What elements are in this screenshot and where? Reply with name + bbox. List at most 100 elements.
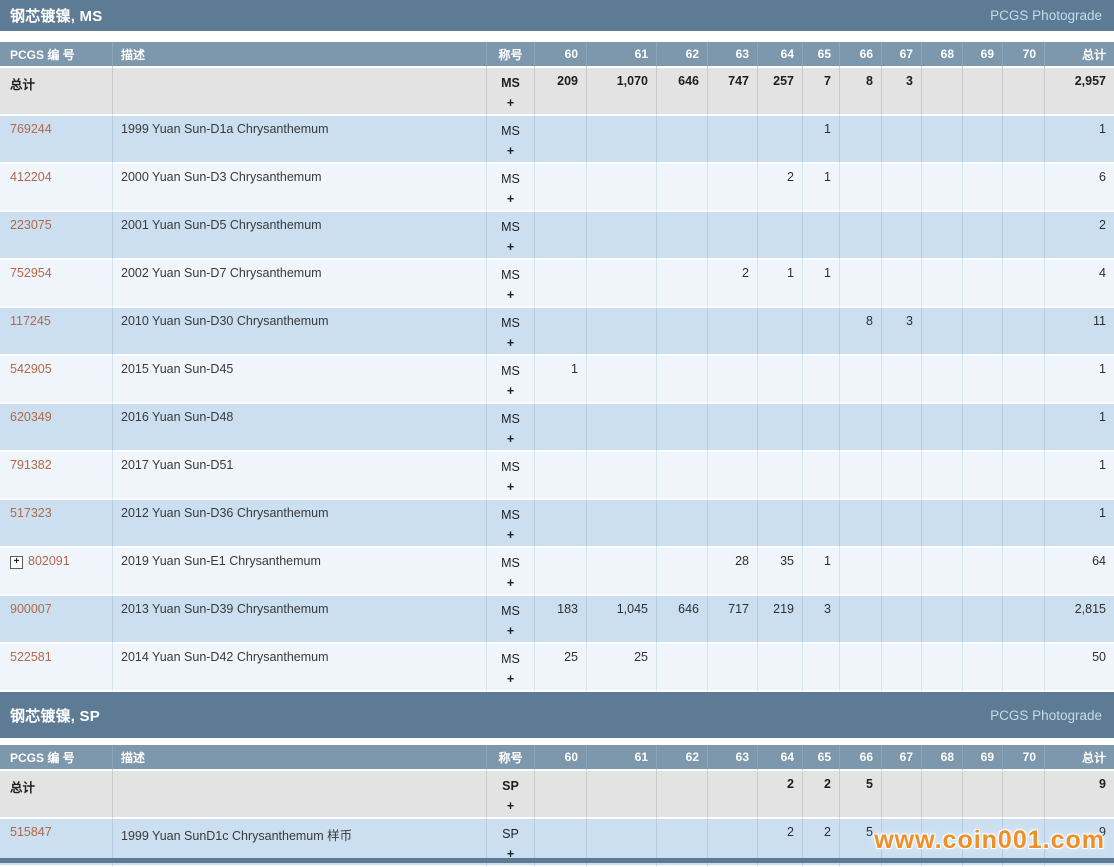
grade-63-count: 2 (708, 260, 758, 308)
pcgs-number-link[interactable]: 515847 (10, 825, 52, 839)
grade-67-count (882, 164, 922, 212)
designation-label: MS (488, 169, 533, 189)
total-count: 50 (1045, 644, 1114, 692)
pcgs-photograde-link[interactable]: PCGS Photograde (990, 8, 1102, 23)
totals-grade-70-count (1003, 771, 1045, 819)
plus-designation-label: + (488, 189, 533, 209)
coin-description: 2013 Yuan Sun-D39 Chrysanthemum (113, 596, 487, 644)
grade-61-count (587, 548, 657, 596)
grade-60-count (535, 452, 587, 500)
pcgs-number-link[interactable]: 117245 (10, 314, 51, 328)
pcgs-number-link[interactable]: 620349 (10, 410, 52, 424)
grade-64-count (758, 308, 803, 356)
plus-designation-label: + (488, 429, 533, 449)
grade-column-header-65: 65 (803, 745, 840, 771)
grade-column-header-65: 65 (803, 42, 840, 68)
grade-66-count (840, 164, 882, 212)
pcgs-number-link[interactable]: 900007 (10, 602, 52, 616)
grade-62-count (657, 164, 708, 212)
coin-description: 2015 Yuan Sun-D45 (113, 356, 487, 404)
coin-description: 1999 Yuan Sun-D1a Chrysanthemum (113, 116, 487, 164)
table-row: 5173232012 Yuan Sun-D36 ChrysanthemumMS+… (0, 500, 1114, 548)
total-count: 1 (1045, 404, 1114, 452)
pcgs-number-link[interactable]: 522581 (10, 650, 52, 664)
grade-65-count: 1 (803, 548, 840, 596)
grade-63-count: 28 (708, 548, 758, 596)
section-gap (0, 738, 1114, 745)
grade-60-count: 25 (535, 644, 587, 692)
pcgs-number-cell: 522581 (0, 644, 113, 692)
pcgs-photograde-link[interactable]: PCGS Photograde (990, 708, 1102, 723)
grade-70-count (1003, 644, 1045, 692)
grade-67-count (882, 356, 922, 404)
grade-64-count (758, 404, 803, 452)
totals-grade-66-count: 8 (840, 68, 882, 116)
grade-70-count (1003, 116, 1045, 164)
grade-68-count (922, 164, 963, 212)
totals-grade-70-count (1003, 68, 1045, 116)
totals-grade-60-count: 209 (535, 68, 587, 116)
grade-70-count (1003, 164, 1045, 212)
pcgs-number-link[interactable]: 412204 (10, 170, 52, 184)
designation-label: MS (488, 409, 533, 429)
coin-description: 2016 Yuan Sun-D48 (113, 404, 487, 452)
designation-cell: MS+ (487, 212, 535, 260)
plus-designation-label: + (488, 93, 533, 113)
grade-65-count (803, 308, 840, 356)
grade-70-count (1003, 404, 1045, 452)
grade-60-count (535, 404, 587, 452)
grade-67-count (882, 548, 922, 596)
totals-row: 总计SP+2259 (0, 771, 1114, 819)
pcgs-number-link[interactable]: 752954 (10, 266, 52, 280)
grade-65-count (803, 212, 840, 260)
pcgs-number-link[interactable]: 223075 (10, 218, 52, 232)
grade-column-header-66: 66 (840, 42, 882, 68)
grade-70-count (1003, 308, 1045, 356)
expand-icon[interactable]: + (10, 556, 23, 569)
grade-68-count (922, 548, 963, 596)
grade-column-header-67: 67 (882, 745, 922, 771)
totals-total-count: 9 (1045, 771, 1114, 819)
column-header-row: PCGS 编 号 描述 称号 6061626364656667686970总计 (0, 745, 1114, 771)
total-count: 2,815 (1045, 596, 1114, 644)
grade-64-count (758, 116, 803, 164)
grade-69-count (963, 404, 1003, 452)
designation-label: MS (488, 601, 533, 621)
pcgs-number-link[interactable]: 802091 (28, 554, 70, 568)
grade-68-count (922, 116, 963, 164)
grade-68-count (922, 308, 963, 356)
grade-61-count (587, 164, 657, 212)
grade-68-count (922, 644, 963, 692)
section-title: 钢芯镀镍, SP (10, 705, 100, 726)
pcgs-number-link[interactable]: 791382 (10, 458, 52, 472)
grade-61-count (587, 500, 657, 548)
section-header-bar: 钢芯镀镍, SP PCGS Photograde (0, 692, 1114, 738)
total-count: 1 (1045, 356, 1114, 404)
population-table-ms: PCGS 编 号 描述 称号 6061626364656667686970总计 … (0, 42, 1114, 692)
grade-70-count (1003, 596, 1045, 644)
grade-64-count (758, 212, 803, 260)
pcgs-number-link[interactable]: 769244 (10, 122, 52, 136)
pcgs-number-link[interactable]: 517323 (10, 506, 52, 520)
grade-66-count (840, 596, 882, 644)
plus-designation-label: + (488, 333, 533, 353)
designation-cell: MS+ (487, 452, 535, 500)
grade-62-count (657, 644, 708, 692)
grade-69-count (963, 164, 1003, 212)
pcgs-number-cell: 117245 (0, 308, 113, 356)
table-row: 2230752001 Yuan Sun-D5 ChrysanthemumMS+2 (0, 212, 1114, 260)
grade-66-count (840, 644, 882, 692)
totals-grade-67-count (882, 771, 922, 819)
grade-70-count (1003, 500, 1045, 548)
pcgs-number-cell: 412204 (0, 164, 113, 212)
grade-column-header-64: 64 (758, 745, 803, 771)
grade-63-count (708, 116, 758, 164)
grade-60-count (535, 500, 587, 548)
grade-66-count (840, 404, 882, 452)
grade-70-count (1003, 212, 1045, 260)
grade-69-count (963, 596, 1003, 644)
pcgs-number-link[interactable]: 542905 (10, 362, 52, 376)
grade-67-count (882, 404, 922, 452)
grade-62-count: 646 (657, 596, 708, 644)
table-row: 7692441999 Yuan Sun-D1a ChrysanthemumMS+… (0, 116, 1114, 164)
